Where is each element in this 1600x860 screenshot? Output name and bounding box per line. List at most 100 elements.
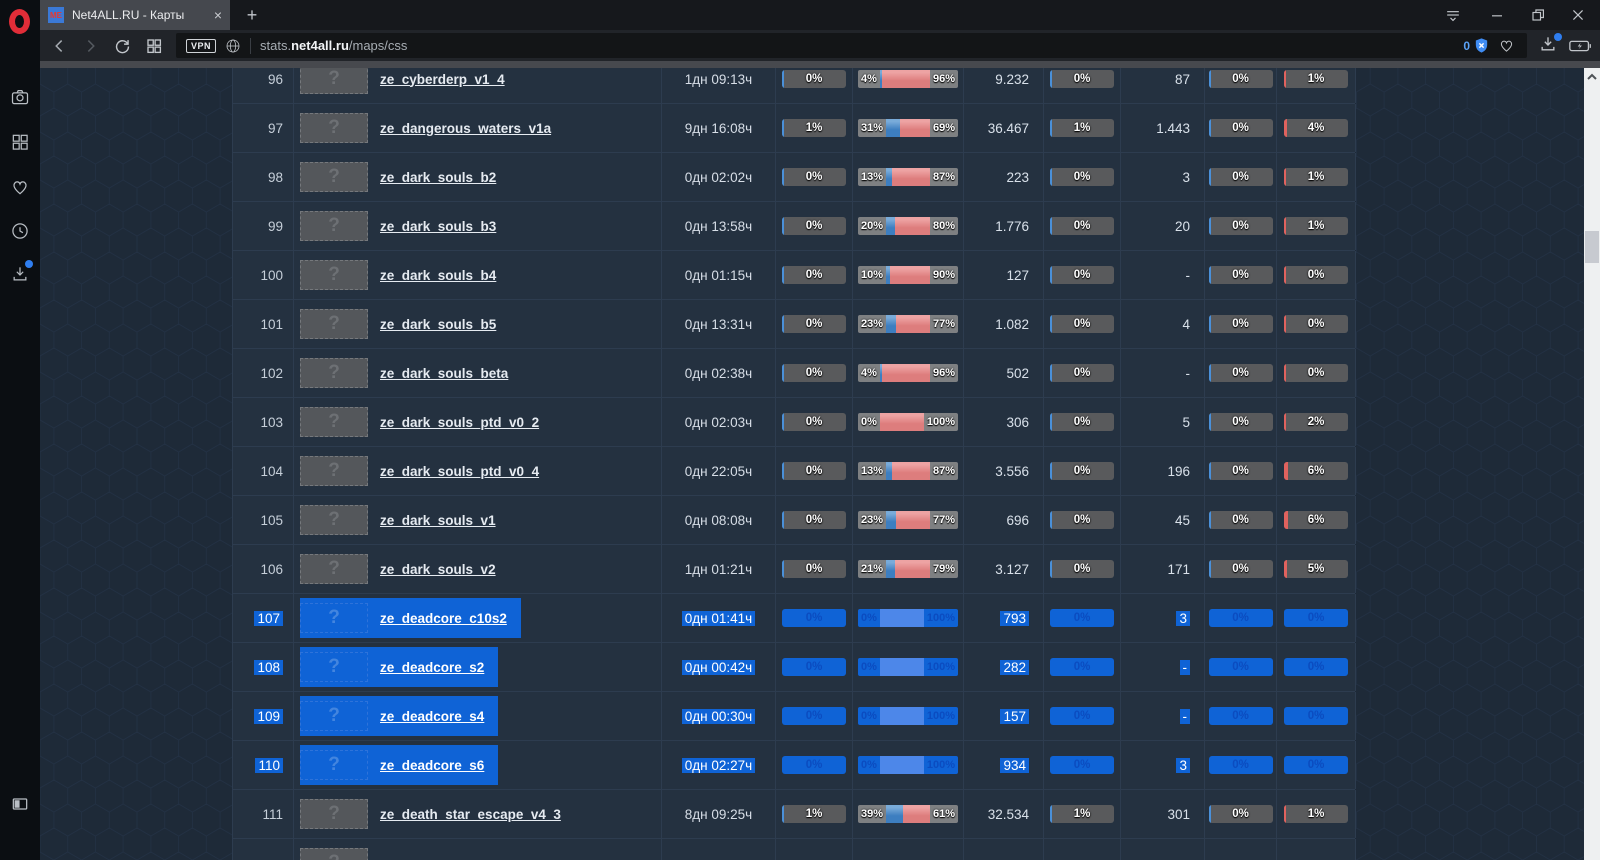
stat4-value: 6% [1284,511,1348,529]
secondary-count-cell: - [1121,251,1205,299]
address-bar-right: 0 [1463,37,1527,54]
secondary-count-cell: 45 [1121,496,1205,544]
map-link[interactable]: ze_deadcore_s2 [380,660,484,675]
stat4-badge: 1% [1284,70,1348,88]
secondary-count-cell: 1.443 [1121,104,1205,152]
stat2-value: 0% [1050,413,1114,431]
tab-close-icon[interactable]: × [214,8,222,22]
stat3-value: 0% [1209,511,1273,529]
time-played-cell: 0дн 02:27ч [662,741,776,789]
winloss-cell: 13%87% [853,153,964,201]
stat1-cell: 1% [776,104,853,152]
plays-count: 32.534 [988,807,1029,822]
plays-count: 502 [1006,366,1029,381]
map-link[interactable]: ze_deadcore_s4 [380,709,484,724]
map-name-cell: ?ze_cyberderp_v1_4 [294,68,662,103]
winloss-cell: 0%100% [853,594,964,642]
winloss-bar: 39%61% [858,805,958,823]
plays-count: 1.082 [995,317,1029,332]
map-selection-line: ? ze_dark_souls_b4 [300,255,510,295]
row-number-cell: 104 [233,447,294,495]
stat1-cell: 0% [776,398,853,446]
table-row: 108?ze_deadcore_s20дн 00:42ч0%0%100%2820… [232,643,1355,692]
stat3-badge: 0% [1209,805,1273,823]
scrollbar-thumb[interactable] [1585,231,1599,263]
bookmarks-heart-icon[interactable] [9,176,31,198]
map-link[interactable]: ze_cyberderp_v1_4 [380,72,505,87]
downloads-toolbar-icon[interactable] [1538,34,1562,58]
map-link[interactable]: ze_dark_souls_b3 [380,219,496,234]
map-link[interactable]: ze_dark_souls_beta [380,366,508,381]
minimize-button[interactable] [1477,0,1517,30]
map-link[interactable]: ze_dark_souls_b4 [380,268,496,283]
vertical-scrollbar[interactable] [1584,68,1600,860]
plays-count: 282 [1000,660,1029,675]
stat1-cell: 0% [776,447,853,495]
browser-tab[interactable]: ME Net4ALL.RU - Карты × [40,0,230,30]
toolbar-bottom-edge [40,61,1600,68]
stat3-value: 0% [1209,462,1273,480]
secondary-count: - [1186,268,1191,283]
map-link[interactable]: ze_dark_souls_v1 [380,513,496,528]
stat2-cell: 0% [1044,741,1121,789]
row-number-cell: 108 [233,643,294,691]
map-link[interactable]: ze_death_star_escape_v4_3 [380,807,561,822]
secondary-count-cell: 5 [1121,398,1205,446]
map-link[interactable]: ze_dangerous_waters_v1a [380,121,551,136]
time-played: 0дн 22:05ч [685,464,752,479]
battery-saver-icon[interactable] [1568,34,1596,58]
winloss-bar: 23%77% [858,315,958,333]
close-window-button[interactable] [1558,0,1598,30]
bookmark-heart-icon[interactable] [1498,37,1515,54]
tab-menu-icon[interactable] [1433,0,1473,30]
map-selection-line: ?ze_dark_souls_b5 [300,304,510,344]
row-number-cell: 98 [233,153,294,201]
missing-image-placeholder: ? [328,656,340,678]
stat4-cell: 6% [1277,496,1356,544]
map-link[interactable]: ze_deadcore_c10s2 [380,611,507,626]
snapshot-camera-icon[interactable] [9,86,31,108]
vpn-badge[interactable]: VPN [186,39,216,53]
map-thumbnail: ? [300,260,368,290]
map-link[interactable]: ze_dark_souls_b2 [380,170,496,185]
opera-logo-icon[interactable] [9,9,30,34]
stat2-badge: 0% [1050,266,1114,284]
secondary-count-cell: - [1121,643,1205,691]
new-tab-button[interactable]: + [240,3,264,27]
map-link[interactable]: ze_dark_souls_v2 [380,562,496,577]
row-number: 108 [254,660,283,675]
time-played: 1дн 09:13ч [685,72,752,87]
address-bar[interactable]: VPN stats.net4all.ru/maps/css 0 [176,33,1527,58]
map-thumbnail: ? [300,652,368,682]
secondary-count: - [1186,366,1191,381]
time-played: 0дн 01:15ч [685,268,752,283]
sidebar-setup-icon[interactable] [9,793,31,815]
map-link[interactable]: ze_deadcore_s6 [380,758,484,773]
plays-count-cell: 934 [964,741,1044,789]
adblock-shield-icon[interactable] [1473,37,1490,54]
stat1-cell: 0% [776,545,853,593]
back-button[interactable] [48,34,72,58]
map-link[interactable]: ze_dark_souls_ptd_v0_2 [380,415,539,430]
history-clock-icon[interactable] [9,220,31,242]
stat4-badge: 0% [1284,756,1348,774]
reload-button[interactable] [110,34,134,58]
row-number-cell: 110 [233,741,294,789]
tab-tiling-icon[interactable] [142,34,166,58]
missing-image-placeholder: ? [328,411,340,433]
forward-button[interactable] [78,34,102,58]
scrollbar-up-arrow[interactable] [1584,70,1600,84]
stat2-cell: 0% [1044,398,1121,446]
downloads-icon[interactable] [9,263,31,285]
restore-button[interactable] [1518,0,1558,30]
map-name-cell: ?ze_dark_souls_v1 [294,496,662,544]
map-link[interactable]: ze_dark_souls_ptd_v0_4 [380,464,539,479]
site-globe-icon[interactable] [225,38,241,54]
url-domain: net4all.ru [291,38,349,53]
stat2-cell: 1% [1044,104,1121,152]
map-thumbnail: ? [300,456,368,486]
speed-dial-grid-icon[interactable] [9,131,31,153]
map-name-cell: ?ze_deadcore_c10s2 [294,594,662,642]
stat3-badge: 0% [1209,413,1273,431]
map-link[interactable]: ze_dark_souls_b5 [380,317,496,332]
